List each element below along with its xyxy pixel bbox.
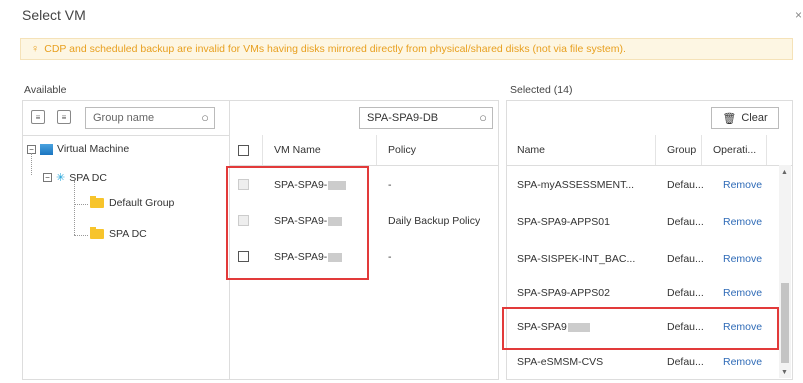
scroll-down-icon[interactable]: ▼ <box>781 369 788 376</box>
remove-link[interactable]: Remove <box>723 241 762 277</box>
available-label: Available <box>24 84 67 96</box>
group-tree-panel: ≡ ≡ Group name ○ − Virtual Machine − ✳ S… <box>22 100 230 380</box>
vm-policy: Daily Backup Policy <box>388 215 481 227</box>
column-operations[interactable]: Operati... <box>705 135 756 165</box>
collapse-all-icon[interactable]: ≡ <box>57 110 71 124</box>
select-all-checkbox[interactable] <box>238 145 249 156</box>
close-icon[interactable]: × <box>795 8 802 22</box>
search-icon[interactable]: ○ <box>201 110 209 125</box>
folder-icon <box>90 227 104 239</box>
group-search-input[interactable]: Group name ○ <box>85 107 215 129</box>
vm-toolbar: SPA-SPA9-DB ○ <box>230 101 498 136</box>
trash-icon: 🗑 <box>722 112 737 125</box>
search-icon[interactable]: ○ <box>479 110 487 125</box>
selected-vm-name: SPA-myASSESSMENT... <box>517 179 635 191</box>
vm-policy: - <box>388 251 392 263</box>
selected-scrollbar[interactable]: ▲ ▼ <box>779 165 791 378</box>
tree-node-root[interactable]: − Virtual Machine <box>27 143 129 155</box>
selected-panel: 🗑 Clear Name Group Operati... SPA-myASSE… <box>502 100 793 380</box>
selected-vm-group: Defau... <box>667 287 704 299</box>
column-policy[interactable]: Policy <box>380 135 416 165</box>
expand-all-icon[interactable]: ≡ <box>31 110 45 124</box>
selected-vm-name: SPA-SPA9-APPS02 <box>517 287 610 299</box>
column-name[interactable]: Name <box>509 135 545 165</box>
remove-link[interactable]: Remove <box>723 204 762 240</box>
vm-table-header: VM Name Policy <box>230 135 498 166</box>
tree-node-spa-dc-group[interactable]: SPA DC <box>90 227 147 240</box>
column-vm-name[interactable]: VM Name <box>266 135 321 165</box>
remove-link[interactable]: Remove <box>723 275 762 311</box>
virtual-machine-icon <box>40 143 53 155</box>
selected-vm-group: Defau... <box>667 179 704 191</box>
warning-text: CDP and scheduled backup are invalid for… <box>44 43 626 55</box>
scroll-up-icon[interactable]: ▲ <box>781 169 788 176</box>
tree-node-default-group[interactable]: Default Group <box>90 196 174 209</box>
table-row: SPA-SPA9-APPS02 Defau... Remove <box>507 275 792 311</box>
warning-banner: ♀ CDP and scheduled backup are invalid f… <box>20 38 793 60</box>
tree-toolbar: ≡ ≡ Group name ○ <box>23 101 229 136</box>
folder-icon <box>90 196 104 208</box>
scroll-thumb[interactable] <box>781 283 789 363</box>
selected-toolbar: 🗑 Clear <box>507 101 792 136</box>
vm-search-input[interactable]: SPA-SPA9-DB ○ <box>359 107 493 129</box>
highlight-box <box>502 307 779 350</box>
column-group[interactable]: Group <box>659 135 696 165</box>
table-row: SPA-SISPEK-INT_BAC... Defau... Remove <box>507 241 792 277</box>
selected-vm-group: Defau... <box>667 253 704 265</box>
table-row: SPA-myASSESSMENT... Defau... Remove <box>507 167 792 203</box>
selected-vm-group: Defau... <box>667 216 704 228</box>
remove-link[interactable]: Remove <box>723 167 762 203</box>
selected-table-header: Name Group Operati... <box>507 135 792 166</box>
lightbulb-icon: ♀ <box>31 43 40 55</box>
vm-policy: - <box>388 179 392 191</box>
table-row: SPA-SPA9-APPS01 Defau... Remove <box>507 204 792 240</box>
selected-vm-name: SPA-SPA9-APPS01 <box>517 216 610 228</box>
collapse-icon[interactable]: − <box>43 173 52 182</box>
selected-label: Selected (14) <box>510 84 573 96</box>
vm-list-panel: SPA-SPA9-DB ○ VM Name Policy SPA-SPA9- -… <box>226 100 499 380</box>
highlight-box <box>226 166 369 280</box>
selected-vm-name: SPA-SISPEK-INT_BAC... <box>517 253 636 265</box>
datacenter-icon: ✳ <box>56 172 66 184</box>
dialog-title: Select VM <box>22 7 86 23</box>
clear-button[interactable]: 🗑 Clear <box>711 107 779 129</box>
